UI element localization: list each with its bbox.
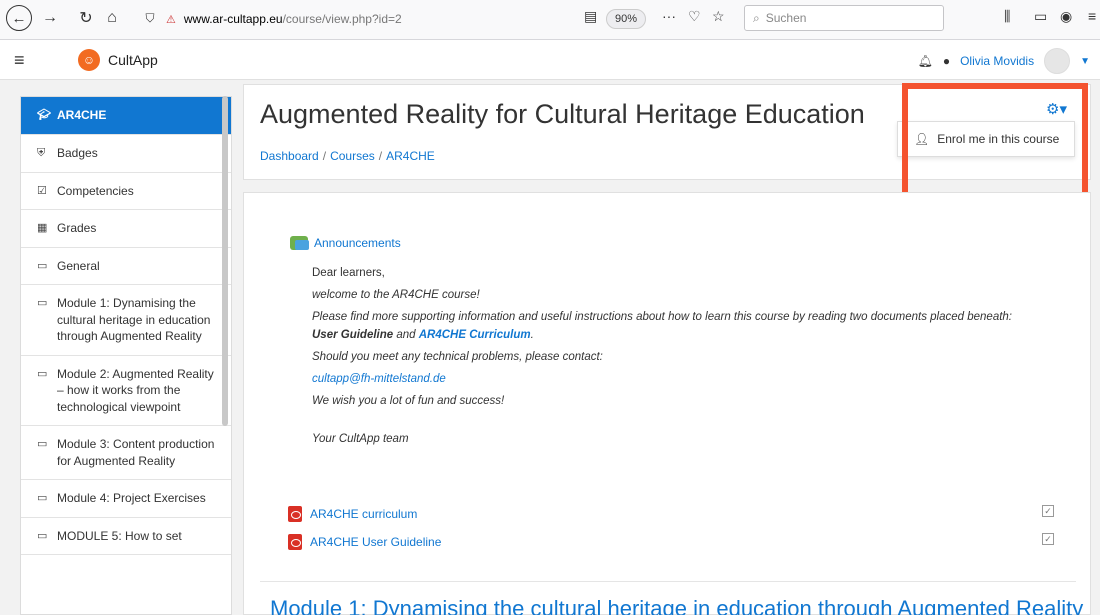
sidebar-item-label: Module 4: Project Exercises [57, 491, 206, 505]
section-divider [260, 581, 1076, 582]
user-guideline-ref: User Guideline [312, 329, 394, 341]
sidebar-item-label: Module 3: Content production for Augment… [57, 437, 215, 468]
library-icon[interactable]: ⫼ [1004, 8, 1010, 25]
url-path: /course/view.php?id=2 [282, 12, 402, 26]
chat-icon[interactable]: ● [943, 54, 950, 68]
greeting: Dear learners, [312, 267, 385, 279]
chevron-down-icon[interactable]: ▼ [1080, 56, 1090, 67]
sidebar-item-competencies[interactable]: ☑ Competencies [21, 173, 231, 210]
lock-icon: ⚠ [166, 13, 176, 26]
search-input[interactable]: ⌕ Suchen [744, 5, 944, 31]
account-icon[interactable]: ◉ [1060, 8, 1072, 25]
folder-icon: ▭ [37, 297, 48, 309]
page-title: Augmented Reality for Cultural Heritage … [260, 99, 865, 129]
site-navbar: ≡ ☺ CultApp 🔔︎ ● Olivia Movidis ▼ [0, 40, 1100, 80]
search-placeholder: Suchen [765, 11, 807, 25]
announcements-label: Announcements [314, 236, 401, 250]
breadcrumb-courses[interactable]: Courses [330, 149, 375, 163]
signature: Your CultApp team [312, 433, 409, 445]
breadcrumb-course[interactable]: AR4CHE [386, 149, 435, 163]
table-icon: ▦ [37, 222, 48, 234]
completion-checkbox[interactable]: ✓ [1042, 533, 1054, 545]
shield-icon: ⛨ [37, 147, 46, 159]
sidebar-item-label: Badges [57, 146, 98, 160]
brand-logo-icon[interactable]: ☺ [78, 49, 100, 71]
more-icon[interactable]: ··· [662, 8, 676, 24]
resource-curriculum[interactable]: AR4CHE curriculum [288, 506, 417, 522]
bell-icon[interactable]: 🔔︎ [918, 54, 933, 68]
sidebar-item-label: AR4CHE [57, 108, 107, 123]
breadcrumb-dashboard[interactable]: Dashboard [260, 149, 319, 163]
pdf-icon [288, 506, 302, 522]
sidebar-item-ar4che[interactable]: 🎓︎ AR4CHE [21, 97, 231, 135]
sidebar-item-label: Competencies [57, 183, 134, 198]
folder-icon: ▭ [37, 438, 48, 450]
resource-label: AR4CHE User Guideline [310, 535, 442, 549]
resource-label: AR4CHE curriculum [310, 507, 418, 521]
sidebar-item-label: Module 2: Augmented Reality – how it wor… [57, 366, 214, 414]
sidebar-scrollbar[interactable] [222, 96, 228, 426]
sidebar-item-grades[interactable]: ▦ Grades [21, 210, 231, 248]
welcome-text: welcome to the AR4CHE course! [312, 289, 480, 301]
highlight-annotation [902, 83, 1088, 207]
section-heading[interactable]: Module 1: Dynamising the cultural herita… [270, 596, 1083, 615]
sidebar-item-module-3[interactable]: ▭ Module 3: Content production for Augme… [21, 426, 231, 480]
info-text: Please find more supporting information … [312, 311, 1013, 341]
hamburger-menu-icon[interactable]: ≡ [14, 50, 25, 71]
reload-icon[interactable]: ↻ [74, 6, 98, 30]
checkbox-icon: ☑ [37, 184, 47, 197]
user-menu: 🔔︎ ● Olivia Movidis ▼ [918, 48, 1090, 74]
back-arrow-icon[interactable]: ← [6, 5, 32, 31]
sidebar-item-general[interactable]: ▭ General [21, 248, 231, 285]
forum-icon [290, 236, 309, 250]
sidebar-item-module-5[interactable]: ▭ MODULE 5: How to set [21, 518, 231, 555]
search-icon: ⌕ [753, 10, 760, 25]
folder-icon: ▭ [37, 492, 48, 504]
menu-icon[interactable]: ≡ [1088, 8, 1096, 24]
forward-arrow-icon[interactable]: → [38, 6, 62, 30]
avatar[interactable] [1044, 48, 1071, 74]
sidebar-item-module-4[interactable]: ▭ Module 4: Project Exercises [21, 480, 231, 518]
breadcrumb: Dashboard / Courses / AR4CHE [260, 149, 435, 163]
sidebar-item-module-1[interactable]: ▭ Module 1: Dynamising the cultural heri… [21, 285, 231, 356]
wish-text: We wish you a lot of fun and success! [312, 395, 505, 407]
sidebar-item-module-2[interactable]: ▭ Module 2: Augmented Reality – how it w… [21, 356, 231, 426]
resource-user-guideline[interactable]: AR4CHE User Guideline [288, 534, 441, 550]
sidebar-item-badges[interactable]: ⛨ Badges [21, 135, 231, 173]
reader-view-icon[interactable]: ▤ [584, 8, 597, 25]
sidebar-item-label: Grades [57, 221, 97, 235]
curriculum-ref[interactable]: AR4CHE Curriculum [419, 329, 531, 341]
bookmark-star-icon[interactable]: ☆ [712, 8, 725, 25]
sidebar-toggle-icon[interactable]: ▭ [1034, 8, 1047, 25]
folder-icon: ▭ [37, 367, 48, 380]
sidebar-item-label: General [57, 258, 100, 273]
folder-icon: ▭ [37, 529, 48, 542]
sidebar-item-label: MODULE 5: How to set [57, 528, 182, 543]
course-sidebar: 🎓︎ AR4CHE ⛨ Badges ☑ Competencies ▦ Grad… [20, 96, 232, 615]
zoom-indicator[interactable]: 90% [606, 9, 647, 29]
graduation-cap-icon: 🎓︎ [37, 109, 51, 122]
completion-checkbox[interactable]: ✓ [1042, 505, 1054, 517]
user-name[interactable]: Olivia Movidis [960, 54, 1034, 68]
brand-name[interactable]: CultApp [108, 52, 158, 68]
email-link[interactable]: cultapp@fh-mittelstand.de [312, 373, 446, 385]
course-summary: Dear learners, welcome to the AR4CHE cou… [312, 264, 1052, 452]
pdf-icon [288, 534, 302, 550]
home-icon[interactable]: ⌂ [100, 6, 124, 30]
sidebar-item-label: Module 1: Dynamising the cultural herita… [57, 296, 211, 343]
pocket-icon[interactable]: ♡ [688, 8, 701, 25]
url-bar[interactable]: ⚠ www.ar-cultapp.eu/course/view.php?id=2 [166, 6, 766, 32]
browser-toolbar: ← → ↻ ⌂ ⛉ ⚠ www.ar-cultapp.eu/course/vie… [0, 0, 1100, 40]
announcements-link[interactable]: Announcements [290, 236, 401, 250]
url-domain: www.ar-cultapp.eu [183, 12, 283, 26]
shield-icon[interactable]: ⛉ [138, 6, 162, 30]
folder-icon: ▭ [37, 259, 48, 272]
contact-text: Should you meet any technical problems, … [312, 351, 603, 363]
